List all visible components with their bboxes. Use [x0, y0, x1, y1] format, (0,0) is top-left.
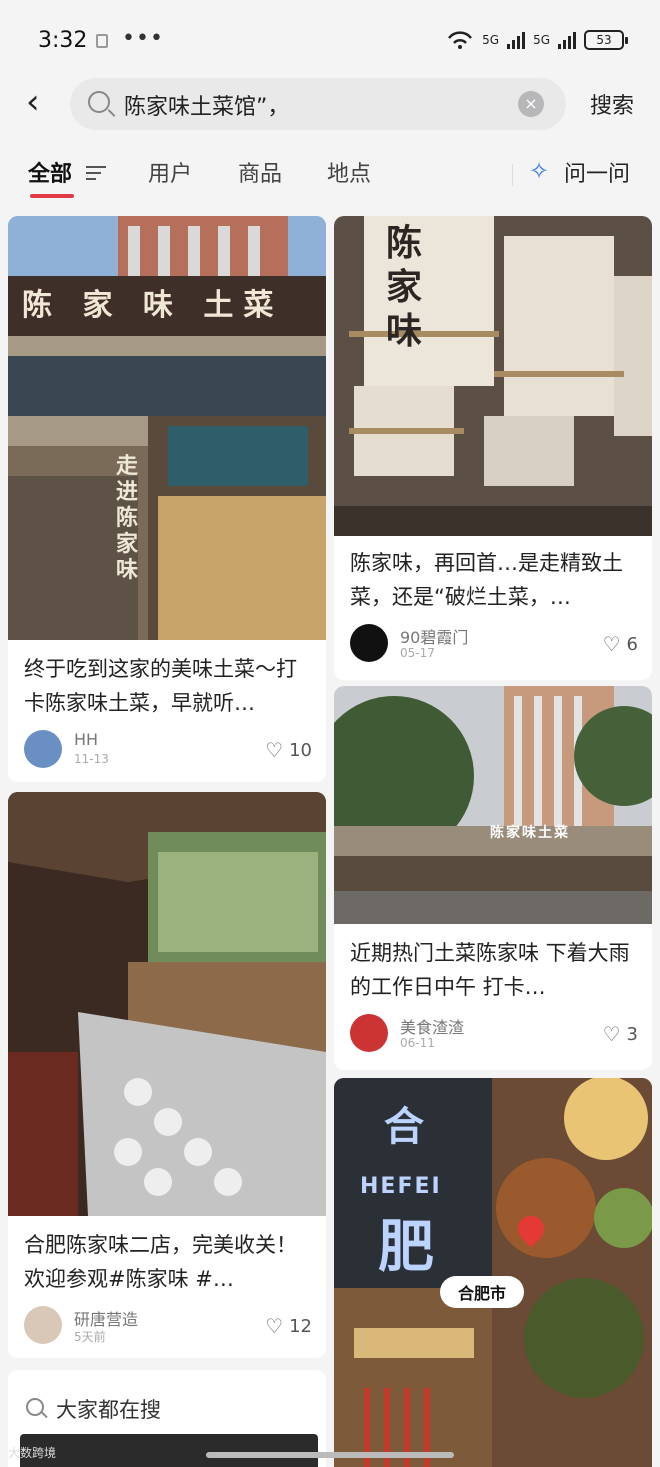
tab-products[interactable]: 商品 — [238, 156, 282, 188]
post-date: 05-17 — [400, 646, 435, 660]
signal-5g-label-1: 5G — [482, 33, 500, 47]
search-input[interactable]: 陈家味土菜馆”， × — [70, 78, 566, 130]
note-cover-image[interactable]: 陈 家 味 土菜 走进陈家味 — [8, 216, 326, 640]
like-count[interactable]: ♡ 3 — [603, 1022, 638, 1046]
filter-tabs: 全部 用户 商品 地点 ✧ 问一问 — [0, 150, 660, 200]
note-card[interactable]: 合 HEFEI 肥 合肥市 — [334, 1078, 652, 1467]
active-tab-indicator — [30, 194, 74, 198]
home-indicator[interactable] — [206, 1452, 454, 1458]
clear-search-button[interactable]: × — [518, 91, 544, 117]
ai-sparkle-icon[interactable]: ✧ — [526, 158, 552, 184]
post-date: 5天前 — [74, 1330, 106, 1344]
city-sign-bottom: 肥 — [378, 1215, 434, 1280]
search-header: ‹ 陈家味土菜馆”， × 搜索 — [0, 74, 660, 134]
note-title[interactable]: 近期热门土菜陈家味 下着大雨的工作日中午 打卡… — [350, 936, 638, 1004]
status-right: 5G 5G 53 — [446, 30, 628, 50]
search-button[interactable]: 搜索 — [590, 88, 634, 120]
status-time: 3:32 — [38, 28, 88, 53]
heart-icon[interactable]: ♡ — [603, 632, 621, 656]
search-query[interactable]: 陈家味土菜馆”， — [124, 89, 289, 121]
side-sign: 走进陈家味 — [116, 454, 139, 583]
location-pin-label[interactable]: 合肥市 — [440, 1276, 525, 1308]
note-card[interactable]: 陈 家 味 土菜 走进陈家味 终于吃到这家的美味土菜～打卡陈家味土菜，早就听… … — [8, 216, 326, 782]
note-cover-image[interactable]: 陈家味 — [334, 216, 652, 536]
like-count[interactable]: ♡ 6 — [603, 632, 638, 656]
search-icon — [26, 1398, 44, 1416]
user-avatar[interactable] — [24, 730, 62, 768]
tab-places[interactable]: 地点 — [327, 156, 371, 188]
like-count[interactable]: ♡ 12 — [265, 1314, 312, 1338]
user-avatar[interactable] — [24, 1306, 62, 1344]
status-bar: 3:32 ••• 5G 5G 53 — [0, 0, 660, 80]
user-name[interactable]: 90碧霞门 — [400, 624, 468, 648]
heart-icon[interactable]: ♡ — [265, 738, 283, 762]
user-name[interactable]: 美食渣渣 — [400, 1014, 464, 1038]
like-count[interactable]: ♡ 10 — [265, 738, 312, 762]
user-avatar[interactable] — [350, 1014, 388, 1052]
heart-icon[interactable]: ♡ — [603, 1022, 621, 1046]
trending-board[interactable] — [20, 1434, 318, 1467]
tab-all[interactable]: 全部 — [28, 156, 72, 188]
trending-title: 大家都在搜 — [56, 1398, 161, 1422]
ask-button[interactable]: 问一问 — [564, 156, 630, 188]
heart-icon[interactable]: ♡ — [265, 1314, 283, 1338]
signal-5g-label-2: 5G — [533, 33, 550, 47]
wifi-icon — [448, 31, 473, 49]
note-cover-image[interactable]: 陈家味土菜 — [334, 686, 652, 924]
post-date: 11-13 — [74, 752, 109, 766]
battery-icon: 53 — [584, 30, 628, 50]
lantern-text: 陈家味 — [386, 223, 423, 352]
city-sign-top: 合 — [384, 1104, 424, 1150]
notification-icon — [96, 34, 108, 48]
more-notifications-icon: ••• — [122, 26, 164, 51]
note-cover-image[interactable]: 合 HEFEI 肥 合肥市 — [334, 1078, 652, 1467]
user-avatar[interactable] — [350, 624, 388, 662]
note-cover-image[interactable] — [8, 792, 326, 1216]
tab-users[interactable]: 用户 — [148, 156, 192, 188]
note-card[interactable]: 陈家味 陈家味，再回首…是走精致土菜，还是“破烂土菜，… 90碧霞门 05-17… — [334, 216, 652, 680]
note-card[interactable]: 合肥陈家味二店，完美收关！欢迎参观#陈家味 #… 研唐营造 5天前 ♡ 12 — [8, 792, 326, 1358]
storefront-sign: 陈家味土菜 — [490, 825, 570, 841]
user-name[interactable]: 研唐营造 — [74, 1306, 138, 1330]
watermark: 大数跨境 — [8, 1446, 57, 1460]
signal-icon-1 — [507, 31, 526, 49]
note-title[interactable]: 陈家味，再回首…是走精致土菜，还是“破烂土菜，… — [350, 546, 638, 614]
back-button[interactable]: ‹ — [26, 84, 56, 124]
search-icon — [88, 91, 110, 113]
divider — [512, 164, 513, 186]
note-card[interactable]: 陈家味土菜 近期热门土菜陈家味 下着大雨的工作日中午 打卡… 美食渣渣 06-1… — [334, 686, 652, 1070]
user-name[interactable]: HH — [74, 730, 98, 749]
filter-icon[interactable] — [86, 166, 106, 180]
note-title[interactable]: 终于吃到这家的美味土菜～打卡陈家味土菜，早就听… — [24, 652, 312, 720]
storefront-sign: 陈 家 味 土菜 — [22, 288, 284, 323]
post-date: 06-11 — [400, 1036, 435, 1050]
note-title[interactable]: 合肥陈家味二店，完美收关！欢迎参观#陈家味 #… — [24, 1228, 312, 1296]
signal-icon-2 — [558, 31, 576, 49]
city-sign-latin: HEFEI — [360, 1174, 442, 1199]
